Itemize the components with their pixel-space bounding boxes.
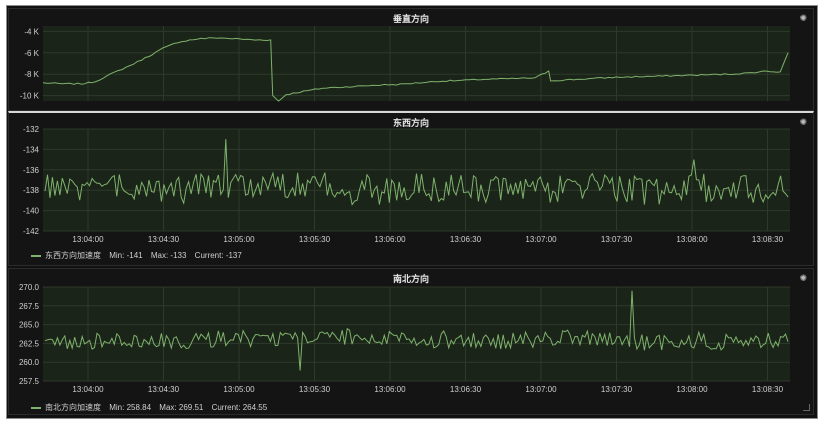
- panel-vertical: 垂直方向 ✺ -4 K -6 K -8 K -10 K: [8, 8, 814, 111]
- y-tick-label: -10 K: [20, 92, 40, 101]
- plot-area: [43, 129, 790, 231]
- x-tick-label: 13:08:30: [752, 385, 784, 394]
- chart-vertical: -4 K -6 K -8 K -10 K: [20, 26, 790, 102]
- chart-north-south: 270.0 267.5 265.0 262.5 260.0 257.5 13:04:00 13…: [19, 283, 790, 394]
- chart-east-west: -132 -134 -136 -138 -140 -142 13:04:00 13:04:30…: [23, 125, 790, 244]
- y-tick-label: 267.5: [19, 302, 40, 311]
- legend-series-name: 南北方向加速度: [45, 403, 101, 412]
- legend-series-name: 东西方向加速度: [45, 251, 101, 260]
- panel-north-south: 南北方向 ✺ 270.0 267.5 265.0 262.5 260.0 257.5 13:…: [8, 268, 814, 415]
- y-tick-label: -136: [23, 166, 40, 175]
- x-tick-label: 13:05:30: [299, 385, 331, 394]
- legend[interactable]: 南北方向加速度 Min: 258.84 Max: 269.51 Current:…: [31, 402, 267, 413]
- x-tick-label: 13:04:00: [72, 235, 104, 244]
- legend-current-label: Current:: [211, 403, 241, 412]
- resize-handle-icon[interactable]: [803, 404, 810, 411]
- x-tick-label: 13:05:30: [299, 235, 331, 244]
- x-tick-label: 13:04:00: [72, 385, 104, 394]
- y-tick-label: 262.5: [19, 339, 40, 348]
- legend-min-value: -141: [126, 251, 143, 260]
- y-tick-label: -4 K: [24, 27, 39, 36]
- x-tick-label: 13:05:00: [223, 235, 255, 244]
- legend-max-label: Max:: [159, 403, 177, 412]
- y-tick-label: -6 K: [24, 49, 39, 58]
- y-tick-label: -134: [23, 145, 40, 154]
- x-tick-label: 13:06:30: [450, 235, 482, 244]
- x-tick-label: 13:04:30: [148, 385, 180, 394]
- x-tick-label: 13:07:00: [525, 385, 557, 394]
- x-tick-label: 13:08:30: [752, 235, 784, 244]
- y-tick-label: 270.0: [19, 283, 40, 292]
- legend-max-value: 269.51: [178, 403, 204, 412]
- legend-swatch: [31, 254, 41, 257]
- x-tick-label: 13:06:00: [374, 385, 406, 394]
- y-tick-label: -140: [23, 207, 40, 216]
- y-tick-label: 265.0: [19, 321, 40, 330]
- x-tick-label: 13:06:00: [374, 235, 406, 244]
- y-tick-label: -138: [23, 186, 40, 195]
- legend-min-label: Min:: [109, 403, 125, 412]
- x-tick-label: 13:05:00: [223, 385, 255, 394]
- x-tick-label: 13:07:30: [601, 385, 633, 394]
- x-tick-label: 13:04:30: [148, 235, 180, 244]
- y-tick-label: -132: [23, 125, 40, 134]
- x-tick-label: 13:08:00: [676, 385, 708, 394]
- legend-current-value: 264.55: [242, 403, 268, 412]
- legend-min-label: Min:: [109, 251, 125, 260]
- y-tick-label: 260.0: [19, 358, 40, 367]
- plot-area: [43, 26, 790, 101]
- x-tick-label: 13:07:30: [601, 235, 633, 244]
- x-tick-label: 13:08:00: [676, 235, 708, 244]
- legend-max-label: Max:: [150, 251, 169, 260]
- legend-min-value: 258.84: [126, 403, 152, 412]
- legend-current-value: -137: [225, 251, 242, 260]
- plot-area: [43, 287, 790, 381]
- legend-current-label: Current:: [194, 251, 224, 260]
- legend-swatch: [31, 406, 41, 409]
- legend[interactable]: 东西方向加速度 Min: -141 Max: -133 Current: -13…: [31, 250, 242, 261]
- y-tick-label: -8 K: [24, 70, 39, 79]
- y-tick-label: -142: [23, 227, 40, 236]
- y-tick-label: 257.5: [19, 377, 40, 386]
- x-tick-label: 13:06:30: [450, 385, 482, 394]
- panel-east-west: 东西方向 ✺ -132 -134 -136 -138 -140 -142 13:04:00 1…: [8, 111, 814, 266]
- x-tick-label: 13:07:00: [525, 235, 557, 244]
- legend-max-value: -133: [170, 251, 187, 260]
